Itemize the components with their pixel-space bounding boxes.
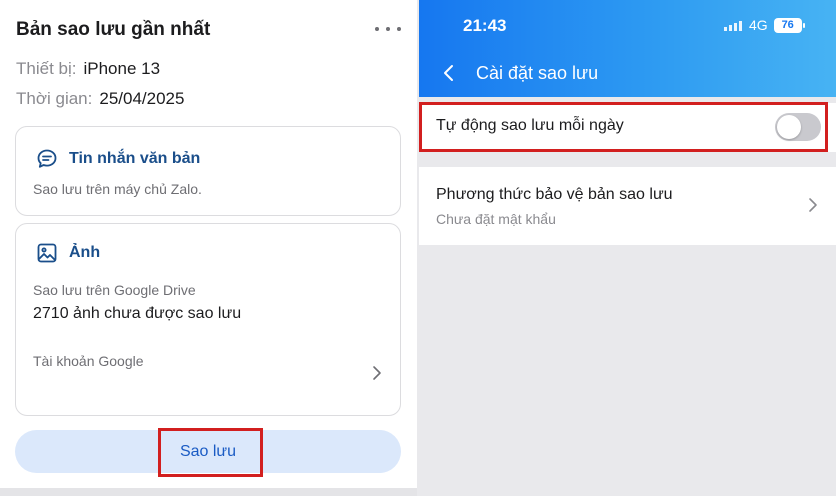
- google-account-row[interactable]: Tài khoản Google: [33, 353, 144, 369]
- time-value: 25/04/2025: [99, 89, 185, 108]
- auto-backup-highlight: [419, 102, 828, 152]
- chevron-left-icon[interactable]: [441, 63, 457, 83]
- image-icon: [35, 241, 59, 265]
- device-value: iPhone 13: [83, 59, 161, 78]
- divider: [0, 488, 417, 496]
- photos-card: Ảnh Sao lưu trên Google Drive 2710 ảnh c…: [15, 223, 401, 416]
- header-title: Cài đặt sao lưu: [476, 63, 599, 83]
- protection-subtitle: Chưa đặt mật khẩu: [436, 211, 556, 227]
- signal-icon: [724, 19, 742, 31]
- settings-header: 21:43 4G 76 Cài đặt sao lưu: [419, 0, 836, 97]
- time-row: Thời gian: 25/04/2025: [16, 89, 184, 109]
- backup-protection-row[interactable]: Phương thức bảo vệ bản sao lưu Chưa đặt …: [419, 167, 836, 245]
- battery-level: 76: [781, 19, 794, 31]
- backup-button-highlight: [158, 428, 263, 477]
- text-messages-header: Tin nhắn văn bản: [35, 147, 200, 171]
- more-horizontal-icon[interactable]: [375, 20, 401, 38]
- chevron-right-icon[interactable]: [368, 363, 384, 383]
- text-messages-title: Tin nhắn văn bản: [69, 150, 201, 167]
- backup-summary-panel: Bản sao lưu gần nhất Thiết bị: iPhone 13 …: [0, 0, 417, 496]
- status-indicators: 4G 76: [724, 17, 805, 33]
- chat-bubble-icon: [35, 147, 59, 171]
- photos-header: Ảnh: [35, 241, 100, 265]
- photos-subtitle: Sao lưu trên Google Drive: [33, 282, 196, 298]
- photos-title: Ảnh: [69, 244, 101, 261]
- chevron-right-icon[interactable]: [805, 196, 819, 214]
- device-label: Thiết bị:: [16, 59, 77, 78]
- text-messages-card: Tin nhắn văn bản Sao lưu trên máy chủ Za…: [15, 126, 401, 216]
- page-title: Bản sao lưu gần nhất: [16, 19, 211, 40]
- backup-settings-panel: 21:43 4G 76 Cài đặt sao lưu Tự động sao …: [419, 0, 836, 496]
- device-row: Thiết bị: iPhone 13: [16, 59, 160, 79]
- battery-icon: 76: [773, 17, 805, 33]
- photos-unbacked-count: 2710 ảnh chưa được sao lưu: [33, 305, 242, 322]
- network-type: 4G: [749, 17, 768, 33]
- time-label: Thời gian:: [16, 89, 93, 108]
- status-time: 21:43: [463, 16, 507, 35]
- text-messages-subtitle: Sao lưu trên máy chủ Zalo.: [33, 181, 202, 197]
- protection-title: Phương thức bảo vệ bản sao lưu: [436, 186, 673, 203]
